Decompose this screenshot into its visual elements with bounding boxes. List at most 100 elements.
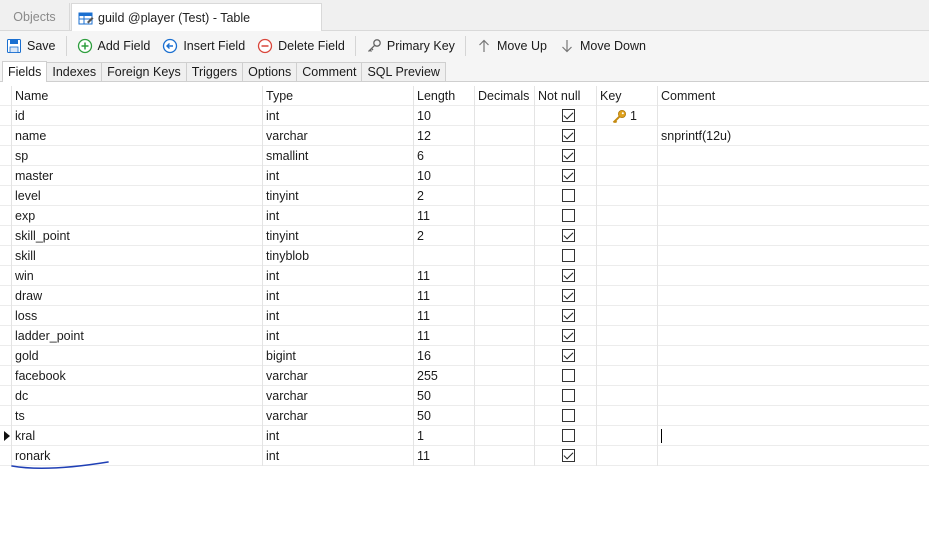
field-type-cell[interactable]: tinyint [263, 186, 414, 206]
field-comment-cell[interactable] [658, 266, 929, 286]
row-indicator[interactable] [0, 126, 12, 146]
field-type-cell[interactable]: int [263, 446, 414, 466]
field-key-cell[interactable] [597, 226, 658, 246]
field-not-null-cell[interactable] [535, 286, 597, 306]
field-not-null-cell[interactable] [535, 426, 597, 446]
field-comment-cell[interactable] [658, 426, 929, 446]
tab-indexes[interactable]: Indexes [46, 62, 103, 81]
field-comment-cell[interactable] [658, 206, 929, 226]
tab-fields[interactable]: Fields [2, 61, 48, 82]
field-decimals-cell[interactable] [475, 226, 535, 246]
field-not-null-cell[interactable] [535, 106, 597, 126]
field-name-cell[interactable]: sp [12, 146, 263, 166]
table-row[interactable]: facebook varchar 255 [0, 366, 929, 386]
field-length-cell[interactable]: 11 [414, 286, 475, 306]
field-comment-cell[interactable] [658, 106, 929, 126]
field-not-null-cell[interactable] [535, 386, 597, 406]
field-not-null-cell[interactable] [535, 266, 597, 286]
field-key-cell[interactable] [597, 266, 658, 286]
field-type-cell[interactable]: int [263, 166, 414, 186]
insert-field-button[interactable]: Insert Field [156, 34, 251, 58]
table-row[interactable]: exp int 11 [0, 206, 929, 226]
field-comment-cell[interactable] [658, 446, 929, 466]
tab-sql-preview[interactable]: SQL Preview [361, 62, 446, 81]
field-decimals-cell[interactable] [475, 186, 535, 206]
row-indicator[interactable] [0, 286, 12, 306]
field-decimals-cell[interactable] [475, 106, 535, 126]
row-indicator[interactable] [0, 406, 12, 426]
delete-field-button[interactable]: Delete Field [251, 34, 351, 58]
field-not-null-cell[interactable] [535, 326, 597, 346]
field-type-cell[interactable]: tinyint [263, 226, 414, 246]
field-type-cell[interactable]: bigint [263, 346, 414, 366]
field-name-cell[interactable]: exp [12, 206, 263, 226]
field-type-cell[interactable]: varchar [263, 366, 414, 386]
field-key-cell[interactable] [597, 306, 658, 326]
field-decimals-cell[interactable] [475, 286, 535, 306]
field-length-cell[interactable]: 11 [414, 266, 475, 286]
field-name-cell[interactable]: master [12, 166, 263, 186]
field-key-cell[interactable] [597, 366, 658, 386]
field-decimals-cell[interactable] [475, 306, 535, 326]
field-name-cell[interactable]: name [12, 126, 263, 146]
field-type-cell[interactable]: int [263, 106, 414, 126]
field-key-cell[interactable] [597, 406, 658, 426]
field-decimals-cell[interactable] [475, 426, 535, 446]
field-type-cell[interactable]: varchar [263, 386, 414, 406]
header-length[interactable]: Length [414, 86, 475, 106]
field-length-cell[interactable]: 2 [414, 226, 475, 246]
not-null-checkbox[interactable] [562, 269, 575, 282]
field-not-null-cell[interactable] [535, 246, 597, 266]
header-not-null[interactable]: Not null [535, 86, 597, 106]
row-indicator[interactable] [0, 226, 12, 246]
field-length-cell[interactable]: 10 [414, 106, 475, 126]
not-null-checkbox[interactable] [562, 349, 575, 362]
field-key-cell[interactable] [597, 146, 658, 166]
field-decimals-cell[interactable] [475, 366, 535, 386]
table-row[interactable]: id int 10 1 [0, 106, 929, 126]
field-length-cell[interactable]: 11 [414, 446, 475, 466]
field-length-cell[interactable]: 16 [414, 346, 475, 366]
not-null-checkbox[interactable] [562, 189, 575, 202]
field-type-cell[interactable]: int [263, 286, 414, 306]
row-indicator[interactable] [0, 266, 12, 286]
field-comment-cell[interactable] [658, 186, 929, 206]
table-row[interactable]: gold bigint 16 [0, 346, 929, 366]
row-indicator[interactable] [0, 166, 12, 186]
field-decimals-cell[interactable] [475, 146, 535, 166]
row-indicator[interactable] [0, 246, 12, 266]
field-length-cell[interactable]: 11 [414, 326, 475, 346]
field-name-cell[interactable]: gold [12, 346, 263, 366]
field-name-cell[interactable]: draw [12, 286, 263, 306]
table-row[interactable]: skill tinyblob [0, 246, 929, 266]
table-row[interactable]: skill_point tinyint 2 [0, 226, 929, 246]
field-type-cell[interactable]: int [263, 206, 414, 226]
field-decimals-cell[interactable] [475, 406, 535, 426]
header-name[interactable]: Name [12, 86, 263, 106]
field-name-cell[interactable]: level [12, 186, 263, 206]
field-comment-cell[interactable] [658, 246, 929, 266]
field-key-cell[interactable]: 1 [597, 106, 658, 126]
field-decimals-cell[interactable] [475, 326, 535, 346]
save-button[interactable]: Save [0, 34, 62, 58]
table-row[interactable]: kral int 1 [0, 426, 929, 446]
tab-foreign-keys[interactable]: Foreign Keys [101, 62, 187, 81]
not-null-checkbox[interactable] [562, 429, 575, 442]
field-name-cell[interactable]: ladder_point [12, 326, 263, 346]
field-length-cell[interactable]: 255 [414, 366, 475, 386]
field-decimals-cell[interactable] [475, 126, 535, 146]
field-type-cell[interactable]: tinyblob [263, 246, 414, 266]
field-not-null-cell[interactable] [535, 406, 597, 426]
header-type[interactable]: Type [263, 86, 414, 106]
field-type-cell[interactable]: varchar [263, 406, 414, 426]
field-key-cell[interactable] [597, 286, 658, 306]
tab-triggers[interactable]: Triggers [185, 62, 244, 81]
field-not-null-cell[interactable] [535, 446, 597, 466]
field-length-cell[interactable]: 6 [414, 146, 475, 166]
tab-options[interactable]: Options [242, 62, 298, 81]
not-null-checkbox[interactable] [562, 309, 575, 322]
field-type-cell[interactable]: int [263, 426, 414, 446]
field-not-null-cell[interactable] [535, 366, 597, 386]
field-type-cell[interactable]: varchar [263, 126, 414, 146]
not-null-checkbox[interactable] [562, 289, 575, 302]
